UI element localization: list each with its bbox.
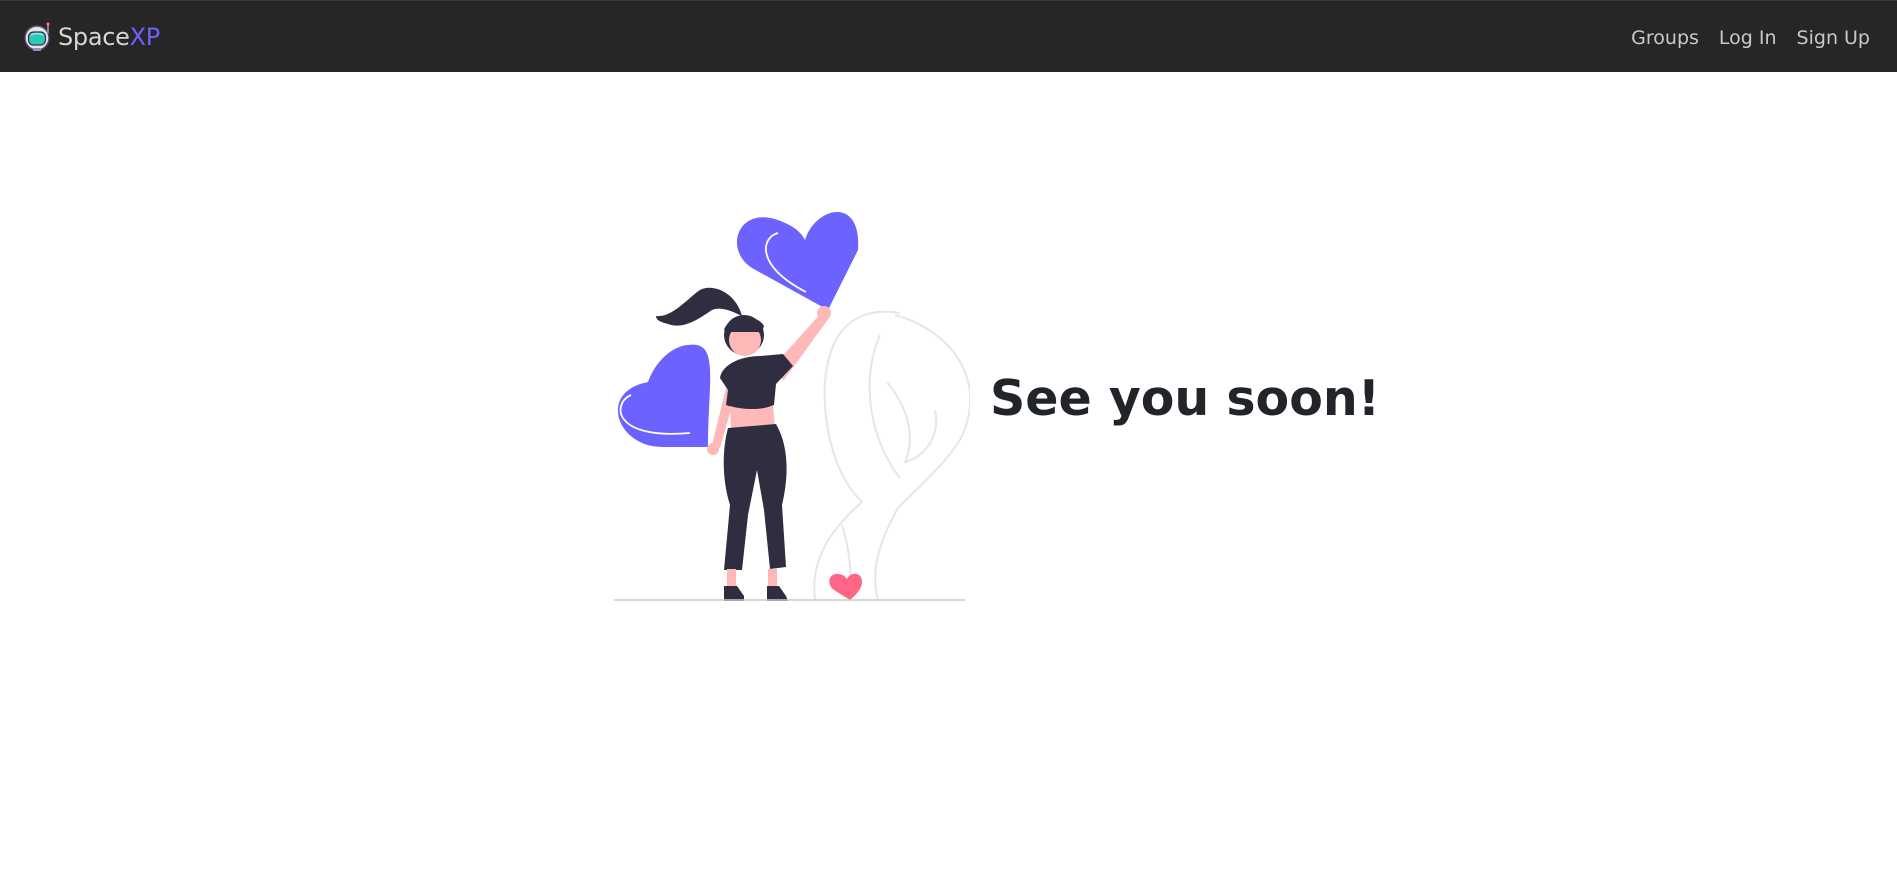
small-pink-heart: [829, 573, 862, 600]
astronaut-helmet-icon: [24, 22, 50, 51]
decorative-swirl-lines: [813, 310, 970, 601]
nav-links: Groups Log In Sign Up: [1631, 25, 1870, 51]
large-heart-left: [617, 344, 711, 447]
nav-link-log-in[interactable]: Log In: [1719, 25, 1777, 51]
woman-holding-hearts-illustration: [614, 211, 970, 601]
brand-name-accent: XP: [129, 23, 161, 51]
brand-home-link[interactable]: SpaceXP: [24, 21, 160, 53]
nav-link-groups[interactable]: Groups: [1631, 25, 1699, 51]
page-headline: See you soon!: [990, 370, 1381, 427]
brand-name-main: Space: [58, 23, 130, 51]
nav-link-sign-up[interactable]: Sign Up: [1797, 25, 1870, 51]
large-heart-top: [736, 211, 859, 310]
brand-name: SpaceXP: [58, 21, 160, 53]
navbar: SpaceXP Groups Log In Sign Up: [0, 0, 1897, 72]
